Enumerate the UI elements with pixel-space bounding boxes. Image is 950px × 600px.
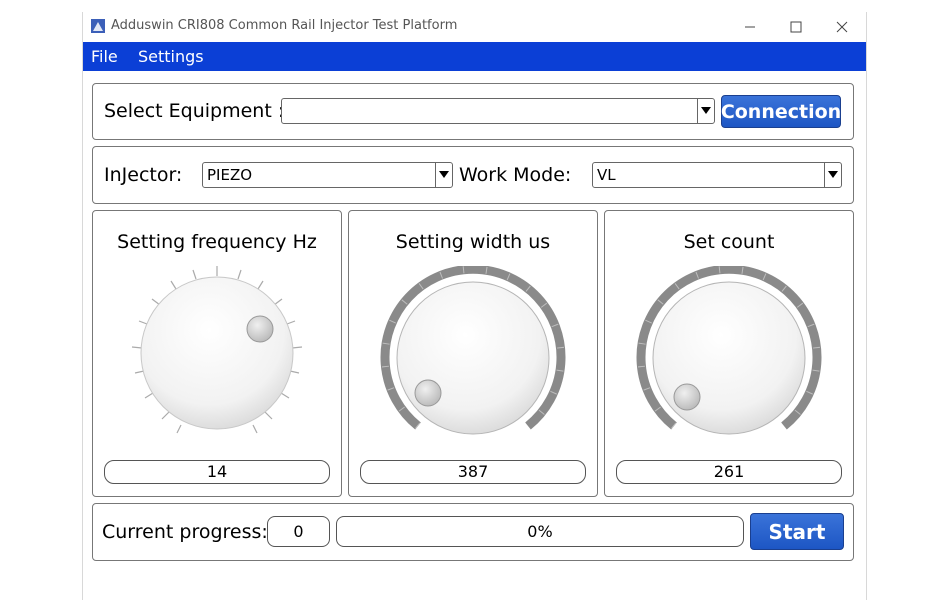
minimize-button[interactable]	[727, 12, 773, 42]
work-mode-select-value: VL	[597, 166, 616, 184]
width-value[interactable]: 387	[360, 460, 586, 484]
dropdown-arrow[interactable]	[435, 163, 452, 187]
chevron-down-icon	[828, 171, 838, 178]
count-knob[interactable]	[629, 266, 829, 456]
dropdown-arrow[interactable]	[824, 163, 841, 187]
equipment-select[interactable]	[281, 98, 715, 124]
knob-indicator	[414, 379, 442, 407]
frequency-knob[interactable]	[117, 261, 317, 451]
chevron-down-icon	[701, 107, 711, 114]
maximize-button[interactable]	[773, 12, 819, 42]
progress-bar: 0%	[336, 516, 744, 547]
minimize-icon	[745, 26, 755, 28]
injector-select-value: PIEZO	[207, 166, 253, 184]
work-mode-select[interactable]: VL	[592, 162, 842, 188]
width-panel: Setting width us 387	[348, 210, 598, 497]
menu-settings[interactable]: Settings	[138, 47, 204, 66]
maximize-icon	[790, 21, 802, 33]
width-title: Setting width us	[395, 231, 551, 253]
width-knob[interactable]	[373, 266, 573, 456]
work-mode-label: Work Mode:	[459, 164, 572, 186]
count-title: Set count	[683, 231, 775, 253]
count-value[interactable]: 261	[616, 460, 842, 484]
equipment-panel: Select Equipment : Connection	[92, 83, 854, 140]
injector-select[interactable]: PIEZO	[202, 162, 453, 188]
chevron-down-icon	[439, 171, 449, 178]
select-equipment-label: Select Equipment :	[104, 100, 285, 122]
frequency-panel: Setting frequency Hz 14	[92, 210, 342, 497]
frequency-title: Setting frequency Hz	[117, 231, 317, 253]
progress-count: 0	[267, 516, 330, 547]
connection-button[interactable]: Connection	[721, 95, 841, 128]
frequency-value[interactable]: 14	[104, 460, 330, 484]
menu-bar: File Settings	[83, 42, 866, 71]
close-icon	[836, 21, 848, 33]
progress-percent: 0%	[527, 522, 553, 541]
app-icon	[91, 19, 105, 33]
progress-panel: Current progress: 0 0% Start	[92, 503, 854, 561]
close-button[interactable]	[819, 12, 865, 42]
title-bar: Adduswin CRI808 Common Rail Injector Tes…	[83, 12, 866, 42]
count-panel: Set count 261	[604, 210, 854, 497]
start-button[interactable]: Start	[750, 513, 844, 550]
knob-indicator	[246, 315, 274, 343]
menu-file[interactable]: File	[91, 47, 118, 66]
window-title: Adduswin CRI808 Common Rail Injector Tes…	[111, 18, 458, 33]
injector-panel: InJector: PIEZO Work Mode: VL	[92, 146, 854, 204]
injector-label: InJector:	[104, 164, 183, 186]
dropdown-arrow[interactable]	[697, 99, 714, 123]
app-window: Adduswin CRI808 Common Rail Injector Tes…	[82, 12, 867, 600]
knob-indicator	[673, 383, 701, 411]
current-progress-label: Current progress:	[102, 521, 268, 543]
